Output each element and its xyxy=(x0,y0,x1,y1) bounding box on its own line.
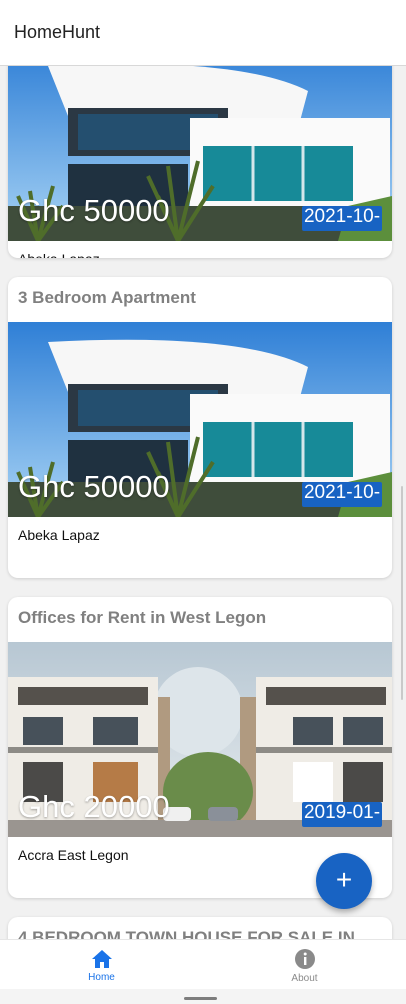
home-icon xyxy=(91,949,112,968)
listing-title: 3 Bedroom Apartment xyxy=(18,288,196,307)
listing-photo: Ghc 50000 2021-10- xyxy=(8,322,392,517)
listing-title: Offices for Rent in West Legon xyxy=(18,608,267,627)
listing-date-badge: 2019-01- xyxy=(302,802,382,827)
listing-price: Ghc 50000 xyxy=(18,469,170,504)
scrollbar[interactable] xyxy=(401,486,403,700)
listing-price: Ghc 20000 xyxy=(18,789,170,824)
listing-card[interactable]: 3 Bedroom Apartment Ghc 50000 2021-10- A… xyxy=(8,277,392,578)
listing-date-badge: 2021-10- xyxy=(302,482,382,507)
app-title: HomeHunt xyxy=(14,22,101,42)
bottom-navigation: Home About xyxy=(0,939,406,989)
listing-photo: Ghc 20000 2019-01- xyxy=(8,642,392,837)
add-listing-button[interactable]: + xyxy=(316,853,372,909)
nav-about[interactable]: About xyxy=(203,940,406,989)
listing-price: Ghc 50000 xyxy=(18,193,170,228)
home-handle[interactable] xyxy=(184,997,217,1000)
listing-card[interactable]: Ghc 50000 2021-10- Abeka Lapaz xyxy=(8,66,392,258)
listing-location: Abeka Lapaz xyxy=(8,241,392,258)
info-icon xyxy=(294,948,315,969)
system-navigation-bar xyxy=(0,989,406,1004)
listing-title: 4 BEDROOM TOWN HOUSE FOR SALE IN xyxy=(18,928,355,939)
listing-feed[interactable]: Ghc 50000 2021-10- Abeka Lapaz 3 Bedroom… xyxy=(0,66,406,939)
nav-home-label: Home xyxy=(88,971,115,983)
app-bar: HomeHunt xyxy=(0,0,406,66)
listing-location: Abeka Lapaz xyxy=(18,527,100,543)
nav-home[interactable]: Home xyxy=(0,940,203,989)
listing-date-badge: 2021-10- xyxy=(302,206,382,231)
plus-icon: + xyxy=(335,864,353,895)
listing-card[interactable]: Offices for Rent in West Legon Ghc 20000… xyxy=(8,597,392,898)
listing-photo: Ghc 50000 2021-10- xyxy=(8,66,392,241)
listing-card[interactable]: 4 BEDROOM TOWN HOUSE FOR SALE IN xyxy=(8,917,392,939)
nav-about-label: About xyxy=(291,972,318,984)
